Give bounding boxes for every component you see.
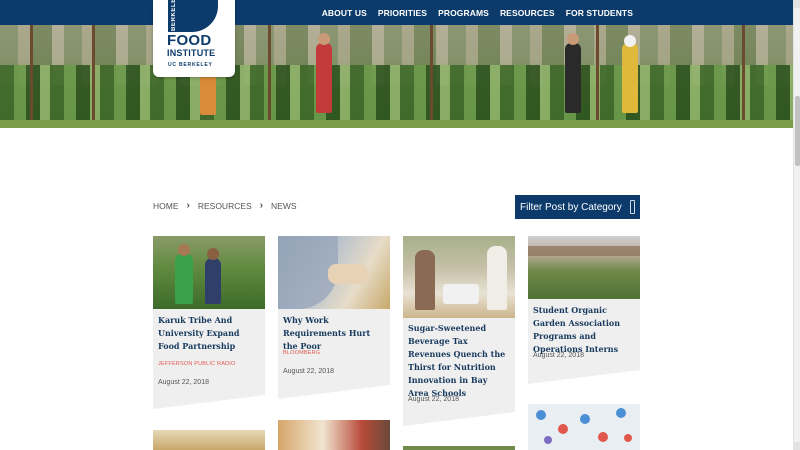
news-card-date: August 22, 2018	[533, 352, 584, 359]
hero-banner-image	[0, 25, 793, 128]
chevron-right-icon: ›	[259, 200, 264, 211]
nav-for-students[interactable]: FOR STUDENTS	[566, 8, 633, 18]
news-card[interactable]	[278, 420, 390, 450]
scroll-up-arrow-icon[interactable]	[794, 0, 800, 8]
news-card[interactable]: Karuk Tribe And University Expand Food P…	[153, 236, 265, 409]
news-card-image	[153, 236, 265, 309]
news-card-date: August 22, 2018	[408, 396, 459, 403]
nav-programs[interactable]: PROGRAMS	[438, 8, 489, 18]
news-card[interactable]: Student Organic Garden Association Progr…	[528, 236, 640, 384]
top-nav-bar: ABOUT US PRIORITIES PROGRAMS RESOURCES F…	[0, 0, 793, 25]
news-card[interactable]: Sugar-Sweetened Beverage Tax Revenues Qu…	[403, 236, 515, 426]
scroll-down-arrow-icon[interactable]	[794, 442, 800, 450]
filter-toggle-icon	[630, 200, 635, 214]
news-card-source[interactable]: JEFFERSON PUBLIC RADIO	[158, 361, 235, 367]
main-nav: ABOUT US PRIORITIES PROGRAMS RESOURCES F…	[311, 0, 633, 25]
logo-berkeley-vertical: BERKELEY	[171, 0, 177, 31]
news-card-title[interactable]: Why Work Requirements Hurt the Poor	[283, 314, 385, 353]
news-card-date: August 22, 2018	[158, 379, 209, 386]
news-card-image	[403, 236, 515, 318]
news-card[interactable]	[403, 446, 515, 450]
news-card-title[interactable]: Sugar-Sweetened Beverage Tax Revenues Qu…	[408, 322, 510, 400]
breadcrumb-resources[interactable]: RESOURCES	[198, 201, 252, 211]
news-card-title[interactable]: Student Organic Garden Association Progr…	[533, 304, 635, 356]
news-card[interactable]: Why Work Requirements Hurt the Poor BLOO…	[278, 236, 390, 399]
news-card-image	[153, 430, 265, 450]
nav-priorities[interactable]: PRIORITIES	[378, 8, 427, 18]
nav-about-us[interactable]: ABOUT US	[322, 8, 367, 18]
chevron-right-icon: ›	[186, 200, 190, 211]
filter-category-button[interactable]: Filter Post by Category	[515, 195, 640, 219]
news-card[interactable]	[153, 430, 265, 450]
news-card[interactable]	[528, 404, 640, 450]
logo-institute-text: INSTITUTE	[167, 48, 216, 58]
news-card-map-image	[528, 404, 640, 450]
food-institute-logo[interactable]: BERKELEY FOOD INSTITUTE UC BERKELEY	[153, 0, 235, 77]
news-card-image	[528, 236, 640, 299]
news-card-image	[278, 420, 390, 450]
breadcrumb-news: NEWS	[271, 200, 297, 211]
page-scrollbar[interactable]	[793, 0, 800, 450]
news-card-image	[278, 236, 390, 309]
filter-label: Filter Post by Category	[520, 201, 622, 213]
logo-food-text: FOOD	[167, 32, 212, 49]
nav-resources[interactable]: RESOURCES	[500, 8, 555, 18]
logo-uc-berkeley-text: UC BERKELEY	[168, 62, 213, 68]
breadcrumb-home[interactable]: HOME	[153, 201, 179, 211]
scroll-thumb[interactable]	[795, 96, 800, 166]
news-card-source[interactable]: BLOOMBERG	[283, 350, 320, 356]
news-card-image	[403, 446, 515, 450]
news-card-date: August 22, 2018	[283, 368, 334, 375]
breadcrumb: HOME › RESOURCES › NEWS	[153, 200, 297, 211]
news-card-title[interactable]: Karuk Tribe And University Expand Food P…	[158, 314, 260, 353]
